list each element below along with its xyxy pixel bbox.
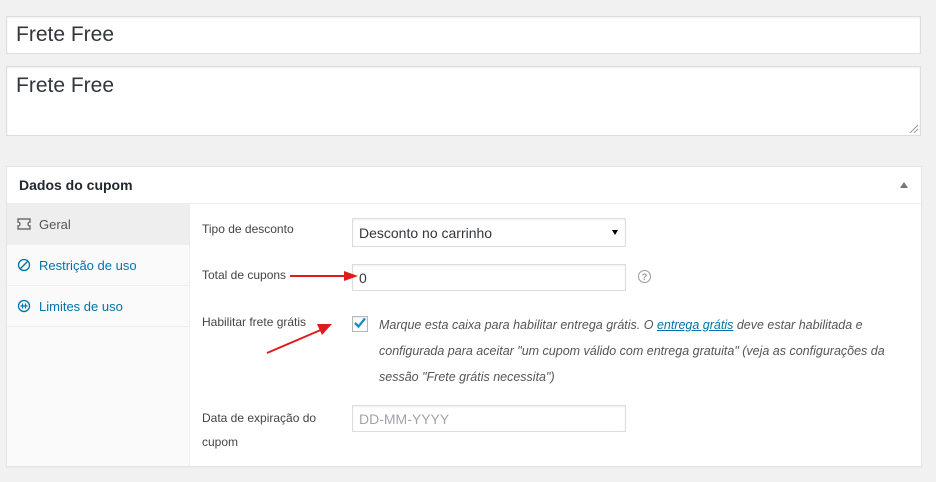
help-icon[interactable]: ? (638, 270, 651, 283)
free-shipping-desc-before: Marque esta caixa para habilitar entrega… (379, 318, 657, 332)
coupon-amount-input[interactable]: 0 (352, 264, 626, 291)
expiry-date-placeholder: DD-MM-YYYY (359, 411, 450, 427)
general-panel: Tipo de desconto Desconto no carrinho To… (190, 204, 921, 466)
discount-type-label: Tipo de desconto (202, 222, 294, 236)
free-shipping-checkbox[interactable] (352, 316, 368, 332)
discount-type-value: Desconto no carrinho (359, 225, 493, 241)
tab-usage-restriction[interactable]: Restrição de uso (7, 245, 189, 286)
ticket-icon (17, 217, 31, 231)
title-input[interactable]: Frete Free (6, 16, 921, 54)
annotation-arrow-up-right-icon (266, 324, 332, 354)
free-shipping-description: Marque esta caixa para habilitar entrega… (379, 312, 889, 390)
expiry-date-label: Data de expiração do cupom (202, 411, 317, 449)
collapse-toggle-icon[interactable] (900, 182, 908, 188)
tab-usage-limits[interactable]: Limites de uso (7, 286, 189, 327)
expiry-date-input[interactable]: DD-MM-YYYY (352, 405, 626, 432)
resize-grip-icon[interactable] (908, 123, 918, 133)
description-textarea[interactable]: Frete Free (6, 66, 921, 136)
coupon-data-header: Dados do cupom (7, 167, 921, 204)
coupon-amount-value: 0 (359, 270, 367, 286)
title-input-value: Frete Free (16, 23, 115, 46)
discount-type-select[interactable]: Desconto no carrinho (352, 218, 626, 247)
restriction-icon (17, 258, 31, 272)
coupon-tabs: Geral Restrição de uso Limites de uso (7, 204, 190, 466)
tab-usage-restriction-label: Restrição de uso (39, 257, 137, 273)
coupon-data-title: Dados do cupom (19, 177, 133, 193)
tab-general[interactable]: Geral (7, 204, 189, 245)
coupon-data-box: Dados do cupom Geral Restrição de uso Li… (6, 166, 922, 467)
chevron-down-icon (612, 230, 618, 235)
coupon-amount-label: Total de cupons (202, 268, 287, 282)
free-shipping-link[interactable]: entrega grátis (657, 318, 733, 332)
limits-icon (17, 299, 31, 313)
checkmark-icon (354, 317, 366, 329)
annotation-arrow-right-icon (290, 271, 358, 281)
tab-usage-limits-label: Limites de uso (39, 298, 123, 314)
tab-general-label: Geral (39, 216, 71, 232)
description-value: Frete Free (16, 74, 115, 97)
